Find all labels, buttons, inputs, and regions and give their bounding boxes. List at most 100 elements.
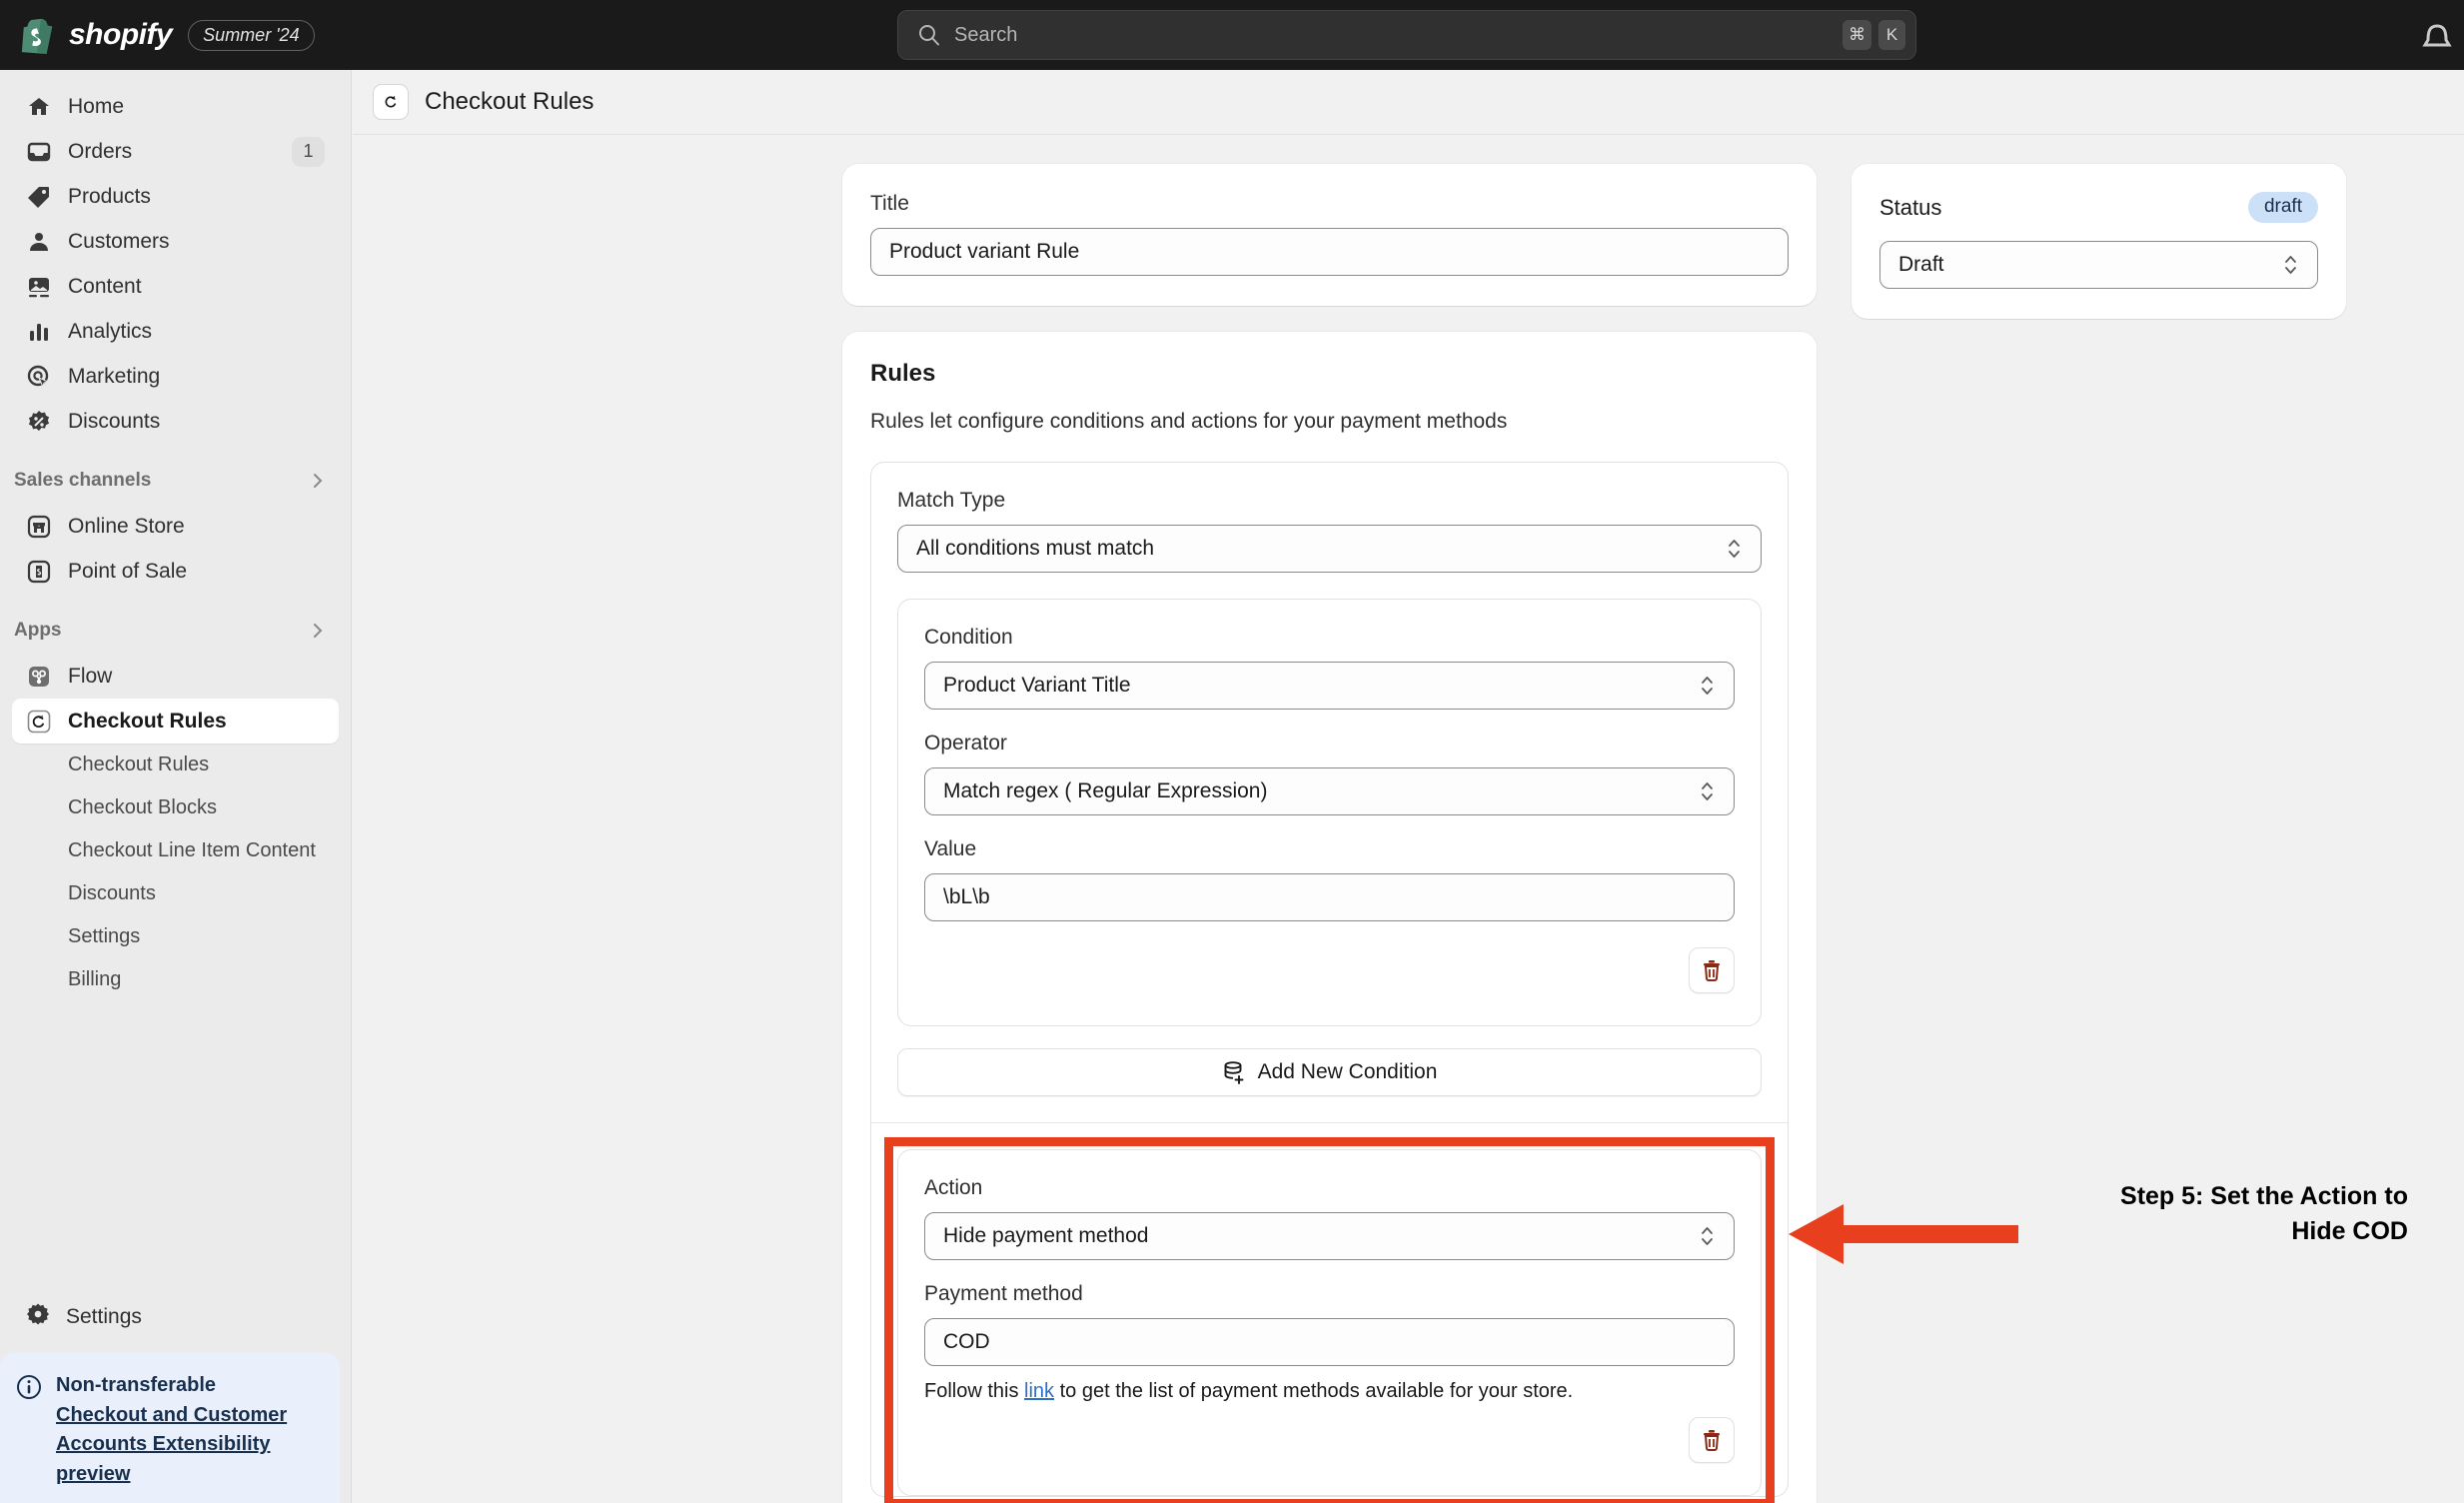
apps-title: Apps	[14, 620, 62, 642]
subnav-item-billing[interactable]: Billing	[12, 958, 339, 1001]
status-header: Status draft	[1879, 192, 2318, 223]
status-select[interactable]: Draft	[1879, 241, 2318, 289]
operator-select[interactable]: Match regex ( Regular Expression)	[924, 767, 1735, 815]
sidebar-item-label: Marketing	[68, 365, 160, 389]
database-add-icon	[1222, 1060, 1246, 1084]
action-value: Hide payment method	[943, 1224, 1148, 1248]
value-field: Value \bL\b	[924, 837, 1735, 921]
subnav-item-checkout-line-item-content[interactable]: Checkout Line Item Content	[12, 829, 339, 872]
products-tag-icon	[26, 184, 52, 210]
sidebar-item-discounts[interactable]: Discounts	[12, 399, 339, 444]
action-select[interactable]: Hide payment method	[924, 1212, 1735, 1260]
info-icon	[16, 1374, 42, 1400]
orders-badge: 1	[292, 137, 325, 167]
subnav-item-checkout-blocks[interactable]: Checkout Blocks	[12, 786, 339, 829]
action-field: Action Hide payment method	[924, 1176, 1735, 1260]
shopify-logo[interactable]: shopify	[20, 16, 172, 54]
condition-block: Condition Product Variant Title	[897, 599, 1762, 1026]
sidebar-item-checkout-rules[interactable]: Checkout Rules	[12, 699, 339, 744]
sidebar-item-online-store[interactable]: Online Store	[12, 504, 339, 549]
primary-nav: Home Orders 1	[0, 70, 351, 444]
action-block: Action Hide payment method	[897, 1149, 1762, 1496]
search-input[interactable]: Search ⌘ K	[897, 10, 1916, 60]
page-title: Checkout Rules	[425, 88, 594, 116]
annotation-arrow-icon	[1789, 1199, 2018, 1269]
chevron-updown-icon	[1699, 672, 1716, 700]
checkout-rules-app-icon	[26, 709, 52, 735]
chevron-updown-icon	[1699, 1222, 1716, 1250]
apps-section-header[interactable]: Apps	[0, 608, 351, 654]
helper-suffix: to get the list of payment methods avail…	[1054, 1380, 1573, 1402]
chevron-updown-icon	[1699, 777, 1716, 805]
sidebar-item-settings[interactable]: Settings	[12, 1294, 340, 1339]
banner-link-line2[interactable]: Accounts Extensibility	[56, 1433, 271, 1455]
sidebar-item-point-of-sale[interactable]: Point of Sale	[12, 549, 339, 594]
banner-link-line3[interactable]: preview	[56, 1463, 130, 1485]
payment-method-input[interactable]: COD	[924, 1318, 1735, 1366]
sidebar-item-orders[interactable]: Orders 1	[12, 129, 339, 174]
condition-select[interactable]: Product Variant Title	[924, 662, 1735, 710]
subnav-item-settings[interactable]: Settings	[12, 915, 339, 958]
bell-icon	[2410, 8, 2464, 62]
sidebar-item-label: Products	[68, 185, 151, 209]
sidebar-item-marketing[interactable]: Marketing	[12, 354, 339, 399]
sidebar-item-analytics[interactable]: Analytics	[12, 309, 339, 354]
main-column: Title Product variant Rule Rules Rules l…	[842, 164, 1817, 1503]
match-type-value: All conditions must match	[916, 537, 1154, 561]
flow-app-icon	[26, 664, 52, 690]
search-area: Search ⌘ K	[897, 10, 1916, 60]
sidebar-item-customers[interactable]: Customers	[12, 219, 339, 264]
rules-card-title: Rules	[870, 360, 1789, 388]
marketing-target-icon	[26, 364, 52, 390]
page-body: Title Product variant Rule Rules Rules l…	[353, 135, 2464, 164]
sidebar-item-label: Orders	[68, 140, 132, 164]
payment-methods-link[interactable]: link	[1024, 1380, 1054, 1402]
match-type-select[interactable]: All conditions must match	[897, 525, 1762, 573]
sales-channels-section-header[interactable]: Sales channels	[0, 458, 351, 504]
sidebar-settings-label: Settings	[66, 1305, 142, 1329]
subnav-item-checkout-rules[interactable]: Checkout Rules	[12, 744, 339, 786]
chevron-updown-icon	[2282, 251, 2299, 279]
season-badge: Summer '24	[188, 20, 314, 51]
action-block-wrapper: Action Hide payment method	[897, 1149, 1762, 1496]
operator-field: Operator Match regex ( Regular Expressio…	[924, 732, 1735, 815]
sidebar-item-content[interactable]: Content	[12, 264, 339, 309]
rules-card-subtitle: Rules let configure conditions and actio…	[870, 410, 1789, 434]
value-label: Value	[924, 837, 1735, 861]
operator-label: Operator	[924, 732, 1735, 755]
title-input[interactable]: Product variant Rule	[870, 228, 1789, 276]
notifications-button[interactable]	[2410, 8, 2464, 62]
match-type-label: Match Type	[897, 489, 1762, 513]
add-new-condition-button[interactable]: Add New Condition	[897, 1048, 1762, 1096]
delete-action-button[interactable]	[1689, 1417, 1735, 1463]
search-icon	[918, 24, 940, 46]
value-input[interactable]: \bL\b	[924, 873, 1735, 921]
chevron-right-icon	[309, 472, 327, 490]
customers-person-icon	[26, 229, 52, 255]
status-card: Status draft Draft	[1851, 164, 2346, 319]
sidebar: Home Orders 1	[0, 70, 352, 1503]
top-bar: shopify Summer '24 Search ⌘ K	[0, 0, 2464, 70]
checkout-rules-subnav: Checkout Rules Checkout Blocks Checkout …	[0, 744, 351, 1001]
condition-field: Condition Product Variant Title	[924, 626, 1735, 710]
orders-icon	[26, 139, 52, 165]
banner-link-line1[interactable]: Checkout and Customer	[56, 1404, 287, 1426]
sidebar-item-label: Home	[68, 95, 124, 119]
status-badge: draft	[2248, 192, 2318, 223]
page-header: Checkout Rules	[353, 70, 2464, 135]
point-of-sale-icon	[26, 559, 52, 585]
subnav-item-discounts[interactable]: Discounts	[12, 872, 339, 915]
rules-panel: Match Type All conditions must match	[870, 462, 1789, 1497]
online-store-icon	[26, 514, 52, 540]
delete-condition-button[interactable]	[1689, 947, 1735, 993]
checkout-rules-app-icon	[373, 84, 409, 120]
rules-glyph-icon	[380, 91, 402, 113]
status-label: Status	[1879, 195, 1941, 221]
operator-value: Match regex ( Regular Expression)	[943, 779, 1267, 803]
chevron-right-icon	[309, 622, 327, 640]
sidebar-item-flow[interactable]: Flow	[12, 654, 339, 699]
action-actions	[924, 1403, 1735, 1479]
sidebar-item-home[interactable]: Home	[12, 84, 339, 129]
extensibility-preview-banner[interactable]: Non-transferable Checkout and Customer A…	[0, 1353, 340, 1503]
sidebar-item-products[interactable]: Products	[12, 174, 339, 219]
